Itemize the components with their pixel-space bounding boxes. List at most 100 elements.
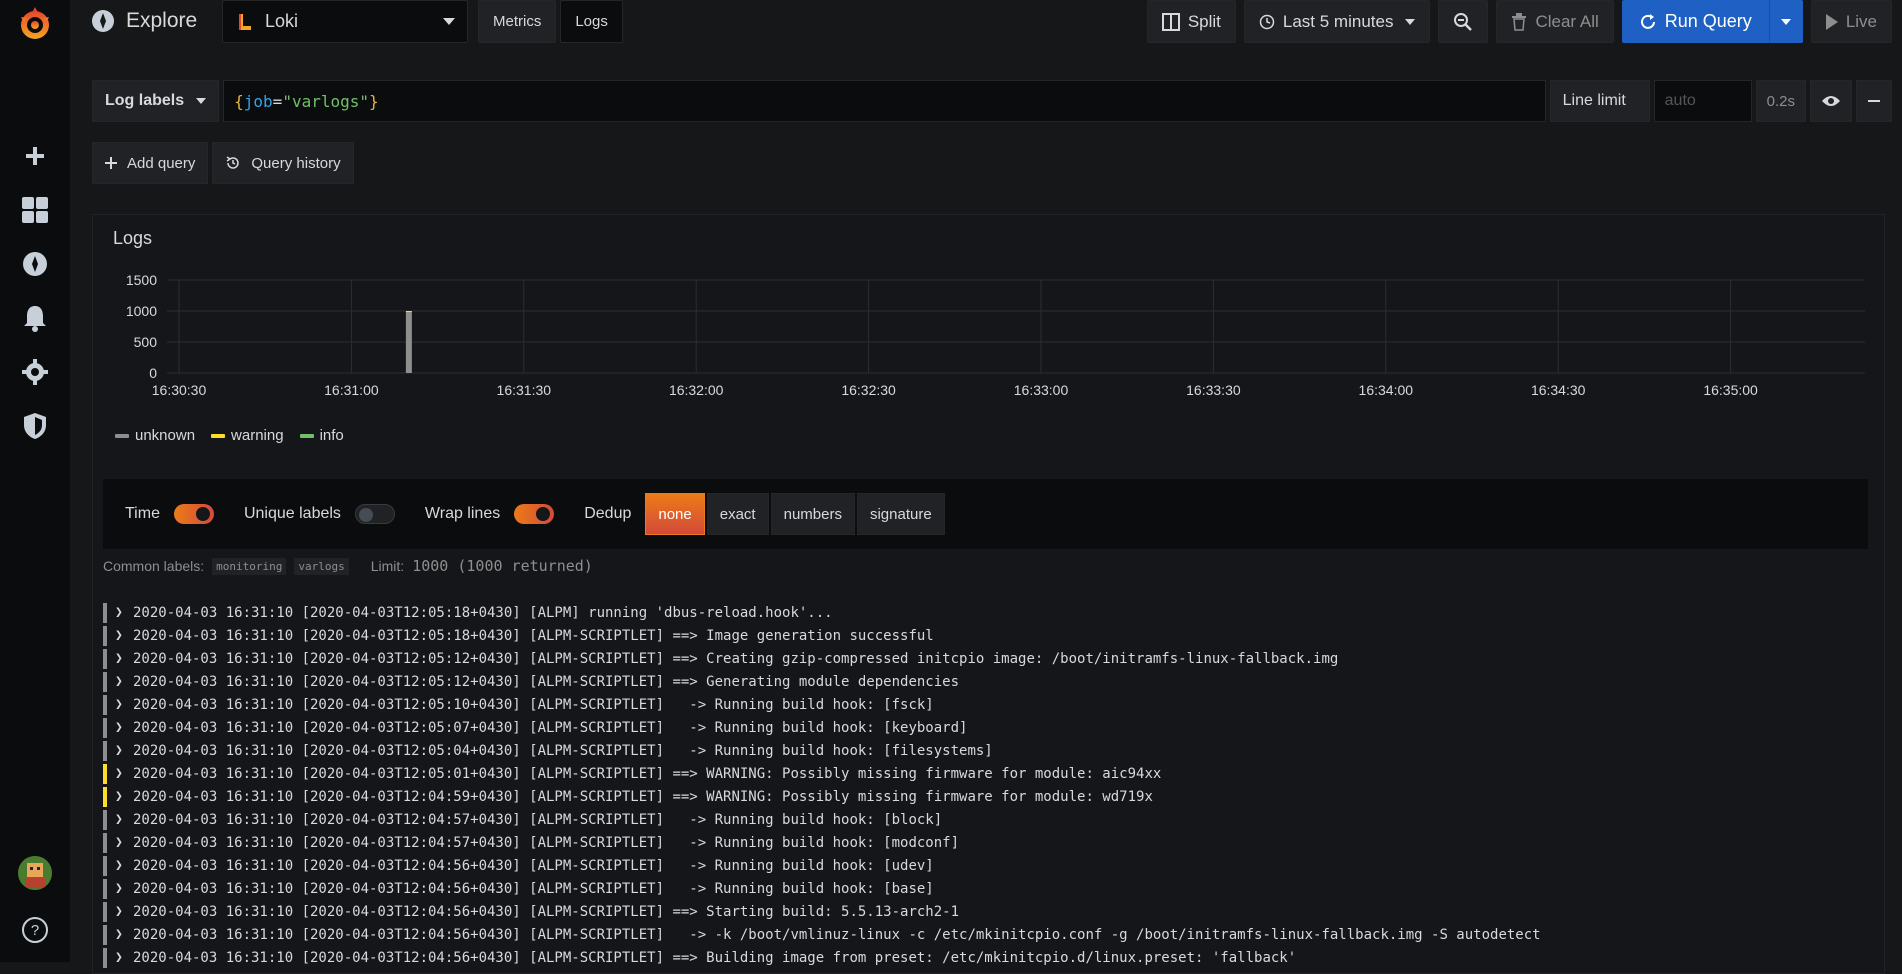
log-labels-button[interactable]: Log labels bbox=[92, 80, 220, 122]
line-limit-input[interactable]: auto bbox=[1653, 80, 1752, 122]
x-tick-label: 16:34:30 bbox=[1531, 382, 1586, 398]
log-level-indicator bbox=[103, 924, 107, 945]
log-line-text: 2020-04-03 16:31:10 [2020-04-03T12:05:01… bbox=[133, 765, 1162, 782]
chevron-right-icon[interactable]: ❯ bbox=[115, 881, 129, 896]
dedup-signature[interactable]: signature bbox=[856, 493, 945, 535]
split-button[interactable]: Split bbox=[1146, 0, 1236, 43]
chevron-right-icon[interactable]: ❯ bbox=[115, 628, 129, 643]
log-row[interactable]: ❯ 2020-04-03 16:31:10 [2020-04-03T12:05:1… bbox=[103, 647, 1873, 670]
zoom-out-button[interactable] bbox=[1438, 0, 1489, 43]
log-level-indicator bbox=[103, 901, 107, 922]
help-icon[interactable]: ? bbox=[15, 910, 55, 950]
log-options-bar: Time Unique labels Wrap lines Dedup none… bbox=[103, 479, 1868, 549]
alerting-bell-icon[interactable] bbox=[15, 298, 55, 338]
unique-labels-option: Unique labels bbox=[244, 504, 395, 524]
plus-icon[interactable] bbox=[15, 136, 55, 176]
y-tick-label: 1500 bbox=[126, 272, 157, 288]
dedup-option: Dedup bbox=[584, 505, 631, 523]
dedup-numbers[interactable]: numbers bbox=[770, 493, 855, 535]
log-row[interactable]: ❯ 2020-04-03 16:31:10 [2020-04-03T12:04:5… bbox=[103, 877, 1873, 900]
log-row[interactable]: ❯ 2020-04-03 16:31:10 [2020-04-03T12:04:5… bbox=[103, 946, 1873, 969]
query-history-label: Query history bbox=[251, 154, 341, 172]
run-query-button[interactable]: Run Query bbox=[1621, 0, 1769, 43]
dedup-none[interactable]: none bbox=[645, 493, 705, 535]
dedup-label: Dedup bbox=[584, 505, 632, 522]
add-query-button[interactable]: Add query bbox=[92, 142, 209, 184]
explore-toolbar: Explore Loki Metrics Logs Split Last 5 m… bbox=[70, 0, 1902, 46]
grafana-logo-icon[interactable] bbox=[15, 4, 55, 44]
chevron-right-icon[interactable]: ❯ bbox=[115, 904, 129, 919]
unique-labels-toggle[interactable] bbox=[354, 504, 395, 524]
log-row[interactable]: ❯ 2020-04-03 16:31:10 [2020-04-03T12:04:5… bbox=[103, 808, 1873, 831]
query-history-button[interactable]: Query history bbox=[212, 142, 354, 184]
log-row[interactable]: ❯ 2020-04-03 16:31:10 [2020-04-03T12:04:5… bbox=[103, 831, 1873, 854]
dedup-exact[interactable]: exact bbox=[706, 493, 769, 535]
chevron-right-icon[interactable]: ❯ bbox=[115, 674, 129, 689]
configuration-gear-icon[interactable] bbox=[15, 352, 55, 392]
live-button[interactable]: Live bbox=[1810, 0, 1892, 43]
query-row: Log labels { job = "varlogs" } Line limi… bbox=[92, 80, 1892, 122]
log-row[interactable]: ❯ 2020-04-03 16:31:10 [2020-04-03T12:05:0… bbox=[103, 762, 1873, 785]
chevron-right-icon[interactable]: ❯ bbox=[115, 835, 129, 850]
log-row[interactable]: ❯ 2020-04-03 16:31:10 [2020-04-03T12:04:5… bbox=[103, 785, 1873, 808]
toggle-visibility-button[interactable] bbox=[1810, 80, 1852, 122]
log-line-text: 2020-04-03 16:31:10 [2020-04-03T12:05:10… bbox=[133, 696, 934, 713]
chevron-right-icon[interactable]: ❯ bbox=[115, 950, 129, 965]
chevron-right-icon[interactable]: ❯ bbox=[115, 651, 129, 666]
trash-icon bbox=[1512, 12, 1527, 31]
chevron-right-icon[interactable]: ❯ bbox=[115, 720, 129, 735]
chevron-right-icon[interactable]: ❯ bbox=[115, 743, 129, 758]
clear-all-button[interactable]: Clear All bbox=[1496, 0, 1614, 43]
chevron-right-icon[interactable]: ❯ bbox=[115, 697, 129, 712]
wrap-lines-toggle[interactable] bbox=[514, 504, 555, 524]
query-editor[interactable]: { job = "varlogs" } bbox=[223, 80, 1546, 122]
chevron-right-icon[interactable]: ❯ bbox=[115, 789, 129, 804]
log-level-indicator bbox=[103, 648, 107, 669]
log-row[interactable]: ❯ 2020-04-03 16:31:10 [2020-04-03T12:05:1… bbox=[103, 693, 1873, 716]
chevron-right-icon[interactable]: ❯ bbox=[115, 812, 129, 827]
log-line-text: 2020-04-03 16:31:10 [2020-04-03T12:05:12… bbox=[133, 673, 960, 690]
user-avatar[interactable] bbox=[18, 856, 52, 890]
log-row[interactable]: ❯ 2020-04-03 16:31:10 [2020-04-03T12:05:0… bbox=[103, 739, 1873, 762]
log-level-indicator bbox=[103, 763, 107, 784]
legend-item-warning[interactable]: warning bbox=[211, 427, 284, 444]
chevron-right-icon[interactable]: ❯ bbox=[115, 927, 129, 942]
time-toggle[interactable] bbox=[173, 504, 214, 524]
tab-logs[interactable]: Logs bbox=[560, 0, 623, 43]
log-row[interactable]: ❯ 2020-04-03 16:31:10 [2020-04-03T12:05:1… bbox=[103, 624, 1873, 647]
chevron-right-icon[interactable]: ❯ bbox=[115, 858, 129, 873]
query-duration: 0.2s bbox=[1755, 80, 1806, 122]
loki-logo-icon bbox=[239, 13, 251, 30]
chevron-right-icon[interactable]: ❯ bbox=[115, 766, 129, 781]
log-level-indicator bbox=[103, 671, 107, 692]
chevron-right-icon[interactable]: ❯ bbox=[115, 605, 129, 620]
tab-metrics[interactable]: Metrics bbox=[478, 0, 557, 43]
query-brace-open: { bbox=[234, 91, 244, 111]
remove-query-button[interactable] bbox=[1856, 80, 1892, 122]
refresh-interval-dropdown[interactable] bbox=[1768, 0, 1803, 43]
log-level-indicator bbox=[103, 740, 107, 761]
log-row[interactable]: ❯ 2020-04-03 16:31:10 [2020-04-03T12:05:1… bbox=[103, 601, 1873, 624]
line-limit-label: Line limit bbox=[1549, 80, 1650, 122]
log-row[interactable]: ❯ 2020-04-03 16:31:10 [2020-04-03T12:05:0… bbox=[103, 716, 1873, 739]
dashboards-icon[interactable] bbox=[15, 190, 55, 230]
log-row[interactable]: ❯ 2020-04-03 16:31:10 [2020-04-03T12:05:1… bbox=[103, 670, 1873, 693]
log-row[interactable]: ❯ 2020-04-03 16:31:10 [2020-04-03T12:04:5… bbox=[103, 923, 1873, 946]
time-range-picker[interactable]: Last 5 minutes bbox=[1243, 0, 1431, 43]
toolbar-right: Split Last 5 minutes Clear All Run Query bbox=[1146, 0, 1892, 43]
time-option-label: Time bbox=[125, 505, 160, 522]
legend-item-info[interactable]: info bbox=[299, 427, 344, 444]
server-admin-shield-icon[interactable] bbox=[15, 406, 55, 446]
log-line-text: 2020-04-03 16:31:10 [2020-04-03T12:05:04… bbox=[133, 742, 993, 759]
query-label-key: job bbox=[243, 91, 273, 111]
legend-swatch bbox=[299, 433, 314, 438]
log-row[interactable]: ❯ 2020-04-03 16:31:10 [2020-04-03T12:04:5… bbox=[103, 900, 1873, 923]
add-query-label: Add query bbox=[127, 154, 196, 172]
zoom-out-icon bbox=[1454, 12, 1473, 31]
datasource-picker[interactable]: Loki bbox=[222, 0, 468, 43]
legend-item-unknown[interactable]: unknown bbox=[115, 427, 195, 444]
explore-compass-icon[interactable] bbox=[15, 244, 55, 284]
x-tick-label: 16:34:00 bbox=[1359, 382, 1414, 398]
log-row[interactable]: ❯ 2020-04-03 16:31:10 [2020-04-03T12:04:5… bbox=[103, 854, 1873, 877]
panel-title: Logs bbox=[113, 228, 153, 248]
